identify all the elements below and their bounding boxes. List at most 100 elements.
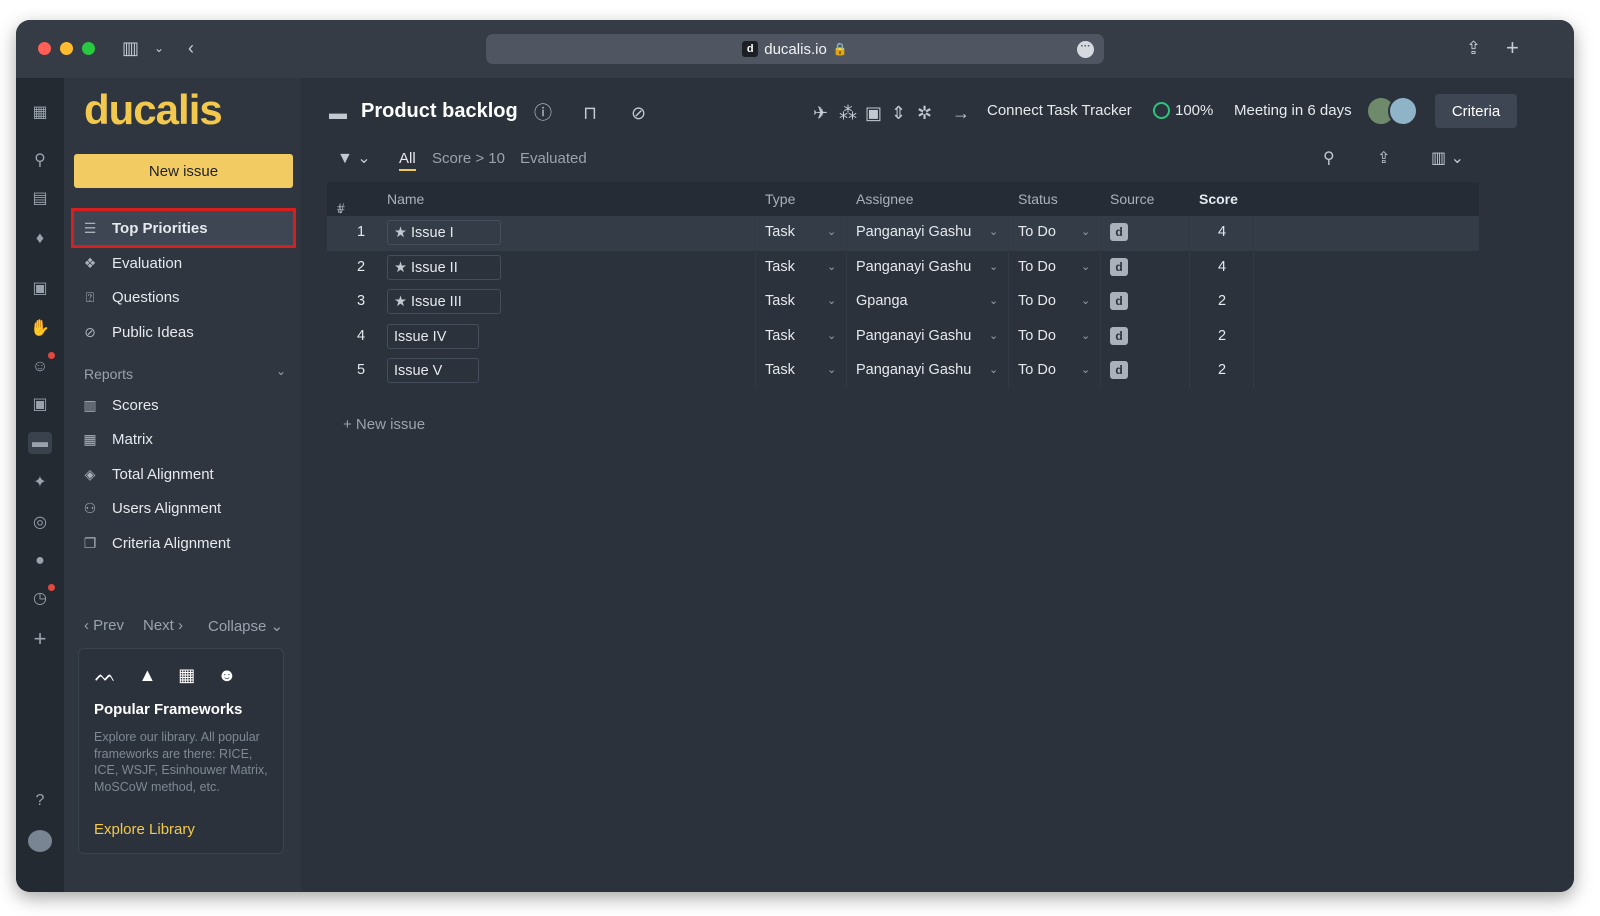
next-button[interactable]: Next ›	[143, 617, 183, 634]
chevron-down-icon[interactable]: ⌄	[1081, 329, 1090, 342]
table-row[interactable]: 5 Issue V Task ⌄ Panganayi Gashu ⌄ To Do ⌄ d 2	[327, 354, 1479, 389]
integration-icon[interactable]: ✈	[813, 100, 828, 126]
column-assignee[interactable]: Assignee	[856, 191, 914, 207]
no-notifications-icon[interactable]: ⊘	[631, 100, 646, 126]
table-row[interactable]: 1 ★ Issue I Task ⌄ Panganayi Gashu ⌄ To Do ⌄ d 4	[327, 216, 1479, 251]
sidebar-item-criteria-alignment[interactable]: ❐ Criteria Alignment	[74, 526, 293, 560]
calendar-icon[interactable]: ▣	[28, 278, 52, 300]
share-icon[interactable]: ⇪	[1466, 35, 1481, 61]
status-select[interactable]: To Do	[1018, 328, 1056, 344]
chevron-down-icon[interactable]: ⌄	[989, 294, 998, 307]
chevron-down-icon[interactable]: ⌄	[1081, 294, 1090, 307]
status-select[interactable]: To Do	[1018, 259, 1056, 275]
grid-icon[interactable]: ▦	[28, 102, 52, 124]
assignee-select[interactable]: Panganayi Gashu	[856, 362, 971, 378]
chevron-down-icon[interactable]: ⌄	[154, 35, 164, 61]
table-row[interactable]: 3 ★ Issue III Task ⌄ Gpanga ⌄ To Do ⌄ d 2	[327, 285, 1479, 320]
unlock-icon[interactable]: ⊓	[583, 100, 597, 126]
source-icon[interactable]: d	[1110, 223, 1128, 241]
address-bar[interactable]: d ducalis.io 🔒 ···	[486, 34, 1104, 64]
integration-icon[interactable]: ⇕	[891, 100, 906, 126]
chevron-down-icon[interactable]: ⌄	[989, 363, 998, 376]
integration-icon[interactable]: ✲	[917, 100, 932, 126]
integration-icon[interactable]: ⁂	[839, 100, 857, 126]
chevron-down-icon[interactable]: ⌄	[827, 225, 836, 238]
chevron-down-icon[interactable]: ⌄	[989, 225, 998, 238]
type-select[interactable]: Task	[765, 259, 795, 275]
meeting-info[interactable]: Meeting in 6 days	[1234, 102, 1352, 119]
issue-name-field[interactable]: ★ Issue II	[387, 254, 501, 280]
criteria-button[interactable]: Criteria	[1435, 94, 1517, 128]
sidebar-toggle-icon[interactable]: ▥	[122, 35, 139, 61]
search-icon[interactable]: ⚲	[1323, 148, 1335, 168]
add-issue-link[interactable]: + New issue	[343, 416, 425, 433]
tab-evaluated[interactable]: Evaluated	[520, 150, 587, 167]
hand-icon[interactable]: ✋	[28, 318, 52, 340]
search-icon[interactable]: ⚲	[28, 150, 52, 172]
status-select[interactable]: To Do	[1018, 224, 1056, 240]
add-icon[interactable]: +	[28, 628, 52, 650]
integration-icon[interactable]: ▣	[865, 100, 882, 126]
explore-library-link[interactable]: Explore Library	[94, 821, 195, 838]
target-icon[interactable]: ◎	[28, 512, 52, 534]
chevron-down-icon[interactable]: ⌄	[989, 329, 998, 342]
info-icon[interactable]: ⓘ	[534, 100, 552, 126]
sidebar-item-total-alignment[interactable]: ◈ Total Alignment	[74, 457, 293, 491]
export-icon[interactable]: ⇪	[1377, 148, 1390, 168]
type-select[interactable]: Task	[765, 328, 795, 344]
chevron-down-icon[interactable]: ⌄	[827, 294, 836, 307]
star-icon[interactable]: ★	[394, 260, 407, 276]
ball-icon[interactable]: ●	[28, 550, 52, 572]
column-type[interactable]: Type	[765, 191, 795, 207]
chevron-down-icon[interactable]: ⌄	[827, 363, 836, 376]
new-tab-icon[interactable]: +	[1506, 35, 1519, 61]
help-icon[interactable]: ?	[28, 790, 52, 812]
source-icon[interactable]: d	[1110, 257, 1128, 276]
sidebar-item-public-ideas[interactable]: ⊘ Public Ideas	[74, 315, 293, 349]
chevron-down-icon[interactable]: ⌄	[989, 260, 998, 273]
tab-score-10[interactable]: Score > 10	[432, 150, 505, 167]
calendar-icon[interactable]: ▣	[28, 394, 52, 416]
connect-task-tracker-link[interactable]: Connect Task Tracker	[987, 102, 1132, 119]
assignee-select[interactable]: Panganayi Gashu	[856, 259, 971, 275]
user-avatar[interactable]	[28, 830, 52, 852]
idea-icon[interactable]: ♦	[28, 228, 52, 250]
tab-all[interactable]: All	[399, 150, 416, 171]
column-score[interactable]: Score	[1199, 191, 1238, 207]
type-select[interactable]: Task	[765, 293, 795, 309]
board-icon[interactable]: ▤	[28, 188, 52, 210]
evaluation-progress[interactable]: 100%	[1153, 102, 1213, 119]
emoji-icon[interactable]: ☺	[28, 356, 52, 378]
star-icon[interactable]: ★	[394, 294, 407, 310]
type-select[interactable]: Task	[765, 224, 795, 240]
sidebar-item-scores[interactable]: ▥ Scores	[74, 388, 293, 422]
sidebar-item-users-alignment[interactable]: ⚇ Users Alignment	[74, 491, 293, 525]
type-select[interactable]: Task	[765, 362, 795, 378]
columns-icon[interactable]: ▥ ⌄	[1431, 148, 1464, 168]
collapse-button[interactable]: Collapse ⌄	[208, 617, 283, 635]
chevron-down-icon[interactable]: ⌄	[1081, 260, 1090, 273]
source-icon[interactable]: d	[1110, 326, 1128, 345]
sidebar-item-top-priorities[interactable]: ☰ Top Priorities	[71, 208, 296, 248]
sidebar-item-matrix[interactable]: ▦ Matrix	[74, 422, 293, 456]
issue-name-field[interactable]: Issue V	[387, 358, 479, 383]
chevron-down-icon[interactable]: ⌄	[276, 364, 286, 378]
runner-icon[interactable]: ✦	[28, 472, 52, 494]
source-icon[interactable]: d	[1110, 292, 1128, 310]
table-row[interactable]: 4 Issue IV Task ⌄ Panganayi Gashu ⌄ To Do ⌄ d 2	[327, 319, 1479, 354]
sidebar-item-evaluation[interactable]: ❖ Evaluation	[74, 246, 293, 280]
back-icon[interactable]: ‹	[188, 35, 194, 61]
column-name[interactable]: Name	[387, 191, 424, 207]
issue-name-field[interactable]: ★ Issue III	[387, 289, 501, 314]
assignee-select[interactable]: Panganayi Gashu	[856, 328, 971, 344]
column-status[interactable]: Status	[1018, 191, 1058, 207]
backlog-icon[interactable]: ▬	[28, 432, 52, 454]
avatar[interactable]	[1388, 96, 1418, 126]
chevron-down-icon[interactable]: ⌄	[1081, 363, 1090, 376]
chevron-down-icon[interactable]: ⌄	[1081, 225, 1090, 238]
source-icon[interactable]: d	[1110, 361, 1128, 379]
issue-name-field[interactable]: ★ Issue I	[387, 220, 501, 245]
new-issue-button[interactable]: New issue	[74, 154, 293, 188]
chevron-down-icon[interactable]: ⌄	[827, 329, 836, 342]
star-icon[interactable]: ★	[394, 225, 407, 241]
